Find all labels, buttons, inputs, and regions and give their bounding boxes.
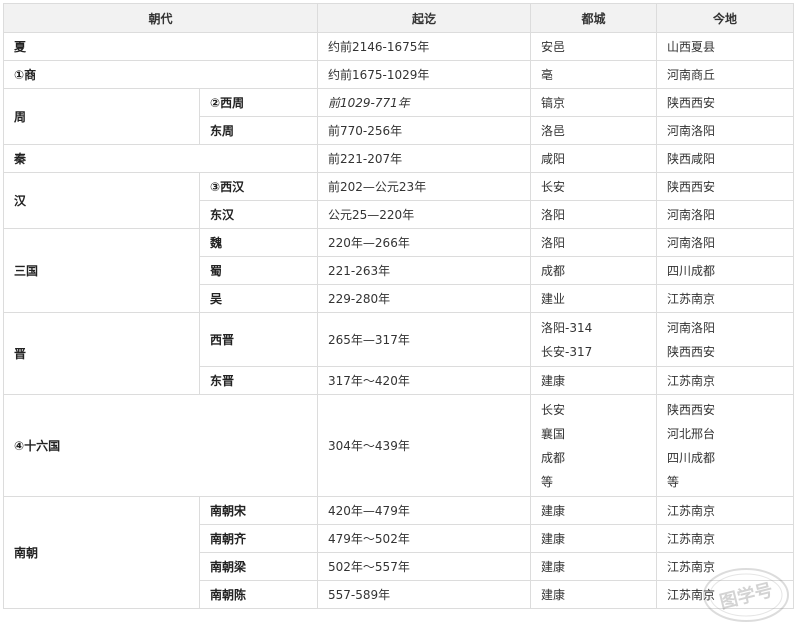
dynasty-name: ①商	[2, 60, 319, 89]
period-cell: 前202—公元23年	[317, 172, 532, 201]
today-cell: 山西夏县	[656, 32, 795, 61]
period-cell: 前770-256年	[317, 116, 532, 145]
header-today: 今地	[656, 3, 795, 33]
sub-dynasty-name: 西晋	[198, 312, 319, 367]
capital-cell: 安邑	[530, 32, 658, 61]
watermark-logo: 图学号	[701, 566, 791, 624]
table-row: 周 ②西周 前1029-771年 镐京 陕西西安	[3, 88, 795, 145]
sub-dynasty-name: 魏	[198, 228, 319, 257]
sub-dynasty-name: 南朝陈	[198, 580, 319, 609]
capital-cell: 建康	[530, 580, 658, 609]
sub-dynasty-name: 东汉	[198, 200, 319, 229]
header-period: 起讫	[317, 3, 532, 33]
sub-dynasty-name: 南朝梁	[198, 552, 319, 581]
capital-cell: 建康	[530, 552, 658, 581]
today-line: 等	[667, 474, 680, 489]
period-cell: 前221-207年	[317, 144, 532, 173]
today-cell: 陕西西安	[656, 88, 795, 117]
table-row: 汉 ③西汉 前202—公元23年 长安 陕西西安	[3, 172, 795, 229]
today-cell: 江苏南京	[656, 284, 795, 313]
today-cell: 陕西西安 河北邢台 四川成都 等	[656, 394, 795, 497]
capital-cell: 建康	[530, 366, 658, 395]
capital-cell: 成都	[530, 256, 658, 285]
sub-dynasty-name: 蜀	[198, 256, 319, 285]
capital-cell: 建康	[530, 496, 658, 525]
period-cell: 304年～439年	[317, 394, 532, 497]
sub-dynasty-name: 东晋	[198, 366, 319, 395]
period-cell: 229-280年	[317, 284, 532, 313]
sub-dynasty-name: 吴	[198, 284, 319, 313]
sub-dynasty-name: 南朝宋	[198, 496, 319, 525]
capital-cell: 洛阳	[530, 228, 658, 257]
dynasty-name: 三国	[3, 228, 200, 313]
today-line: 陕西西安	[667, 344, 716, 359]
today-line: 四川成都	[667, 450, 716, 465]
capital-line: 长安-317	[541, 344, 593, 359]
dynasty-name: 汉	[3, 172, 200, 229]
today-cell: 河南洛阳	[656, 200, 795, 229]
today-cell: 河南洛阳	[656, 228, 795, 257]
period-cell: 420年—479年	[317, 496, 532, 525]
period-cell: 约前2146-1675年	[317, 32, 532, 61]
table-row: 三国 魏 220年—266年 洛阳 河南洛阳	[3, 228, 795, 313]
header-capital: 都城	[530, 3, 658, 33]
period-cell: 479年～502年	[317, 524, 532, 553]
today-cell: 陕西西安	[656, 172, 795, 201]
capital-cell: 洛邑	[530, 116, 658, 145]
today-cell: 江苏南京	[656, 524, 795, 553]
sub-dynasty-name: 南朝齐	[198, 524, 319, 553]
dynasty-name: 秦	[2, 144, 319, 173]
sub-dynasty-name: ③西汉	[198, 172, 319, 201]
today-cell: 河南商丘	[656, 60, 795, 89]
dynasty-name: 夏	[2, 32, 319, 61]
table-row: 南朝 南朝宋 420年—479年 建康 江苏南京	[3, 496, 795, 609]
period-cell: 约前1675-1029年	[317, 60, 532, 89]
period-cell: 221-263年	[317, 256, 532, 285]
capital-cell: 亳	[530, 60, 658, 89]
capital-cell: 建业	[530, 284, 658, 313]
today-line: 河北邢台	[667, 426, 716, 441]
capital-cell: 洛阳-314 长安-317	[530, 312, 658, 367]
period-cell: 265年—317年	[317, 312, 532, 367]
capital-line: 等	[541, 474, 554, 489]
table-row: 夏 约前2146-1675年 安邑 山西夏县	[2, 32, 795, 61]
today-cell: 河南洛阳	[656, 116, 795, 145]
period-cell: 220年—266年	[317, 228, 532, 257]
sub-dynasty-name: 东周	[198, 116, 319, 145]
dynasty-name: 周	[3, 88, 200, 145]
today-cell: 江苏南京	[656, 366, 795, 395]
period-cell: 502年～557年	[317, 552, 532, 581]
table-row: ④十六国 304年～439年 长安 襄国 成都 等 陕西西安 河北邢台 四川成都…	[2, 394, 795, 497]
today-cell: 四川成都	[656, 256, 795, 285]
dynasty-table: 朝代 起讫 都城 今地 夏 约前2146-1675年 安邑 山西夏县 ①商 约前…	[2, 3, 795, 609]
capital-line: 长安	[541, 402, 566, 417]
capital-line: 成都	[541, 450, 566, 465]
today-line: 河南洛阳	[667, 320, 716, 335]
period-cell: 前1029-771年	[317, 88, 532, 117]
capital-cell: 咸阳	[530, 144, 658, 173]
today-cell: 陕西咸阳	[656, 144, 795, 173]
capital-cell: 镐京	[530, 88, 658, 117]
table-row: ①商 约前1675-1029年 亳 河南商丘	[2, 60, 795, 89]
table-row: 秦 前221-207年 咸阳 陕西咸阳	[2, 144, 795, 173]
capital-cell: 洛阳	[530, 200, 658, 229]
dynasty-name: ④十六国	[2, 394, 319, 497]
period-cell: 317年～420年	[317, 366, 532, 395]
header-row: 朝代 起讫 都城 今地	[2, 3, 795, 33]
period-cell: 557-589年	[317, 580, 532, 609]
capital-cell: 建康	[530, 524, 658, 553]
dynasty-name: 南朝	[3, 496, 200, 609]
dynasty-name: 晋	[3, 312, 200, 395]
table-row: 晋 西晋 265年—317年 洛阳-314 长安-317 河南洛阳 陕西西安	[3, 312, 795, 395]
capital-line: 襄国	[541, 426, 566, 441]
today-cell: 河南洛阳 陕西西安	[656, 312, 795, 367]
capital-cell: 长安	[530, 172, 658, 201]
header-dynasty: 朝代	[2, 3, 319, 33]
period-cell: 公元25—220年	[317, 200, 532, 229]
today-cell: 江苏南京	[656, 496, 795, 525]
capital-line: 洛阳-314	[541, 320, 593, 335]
sub-dynasty-name: ②西周	[198, 88, 319, 117]
capital-cell: 长安 襄国 成都 等	[530, 394, 658, 497]
today-line: 陕西西安	[667, 402, 716, 417]
